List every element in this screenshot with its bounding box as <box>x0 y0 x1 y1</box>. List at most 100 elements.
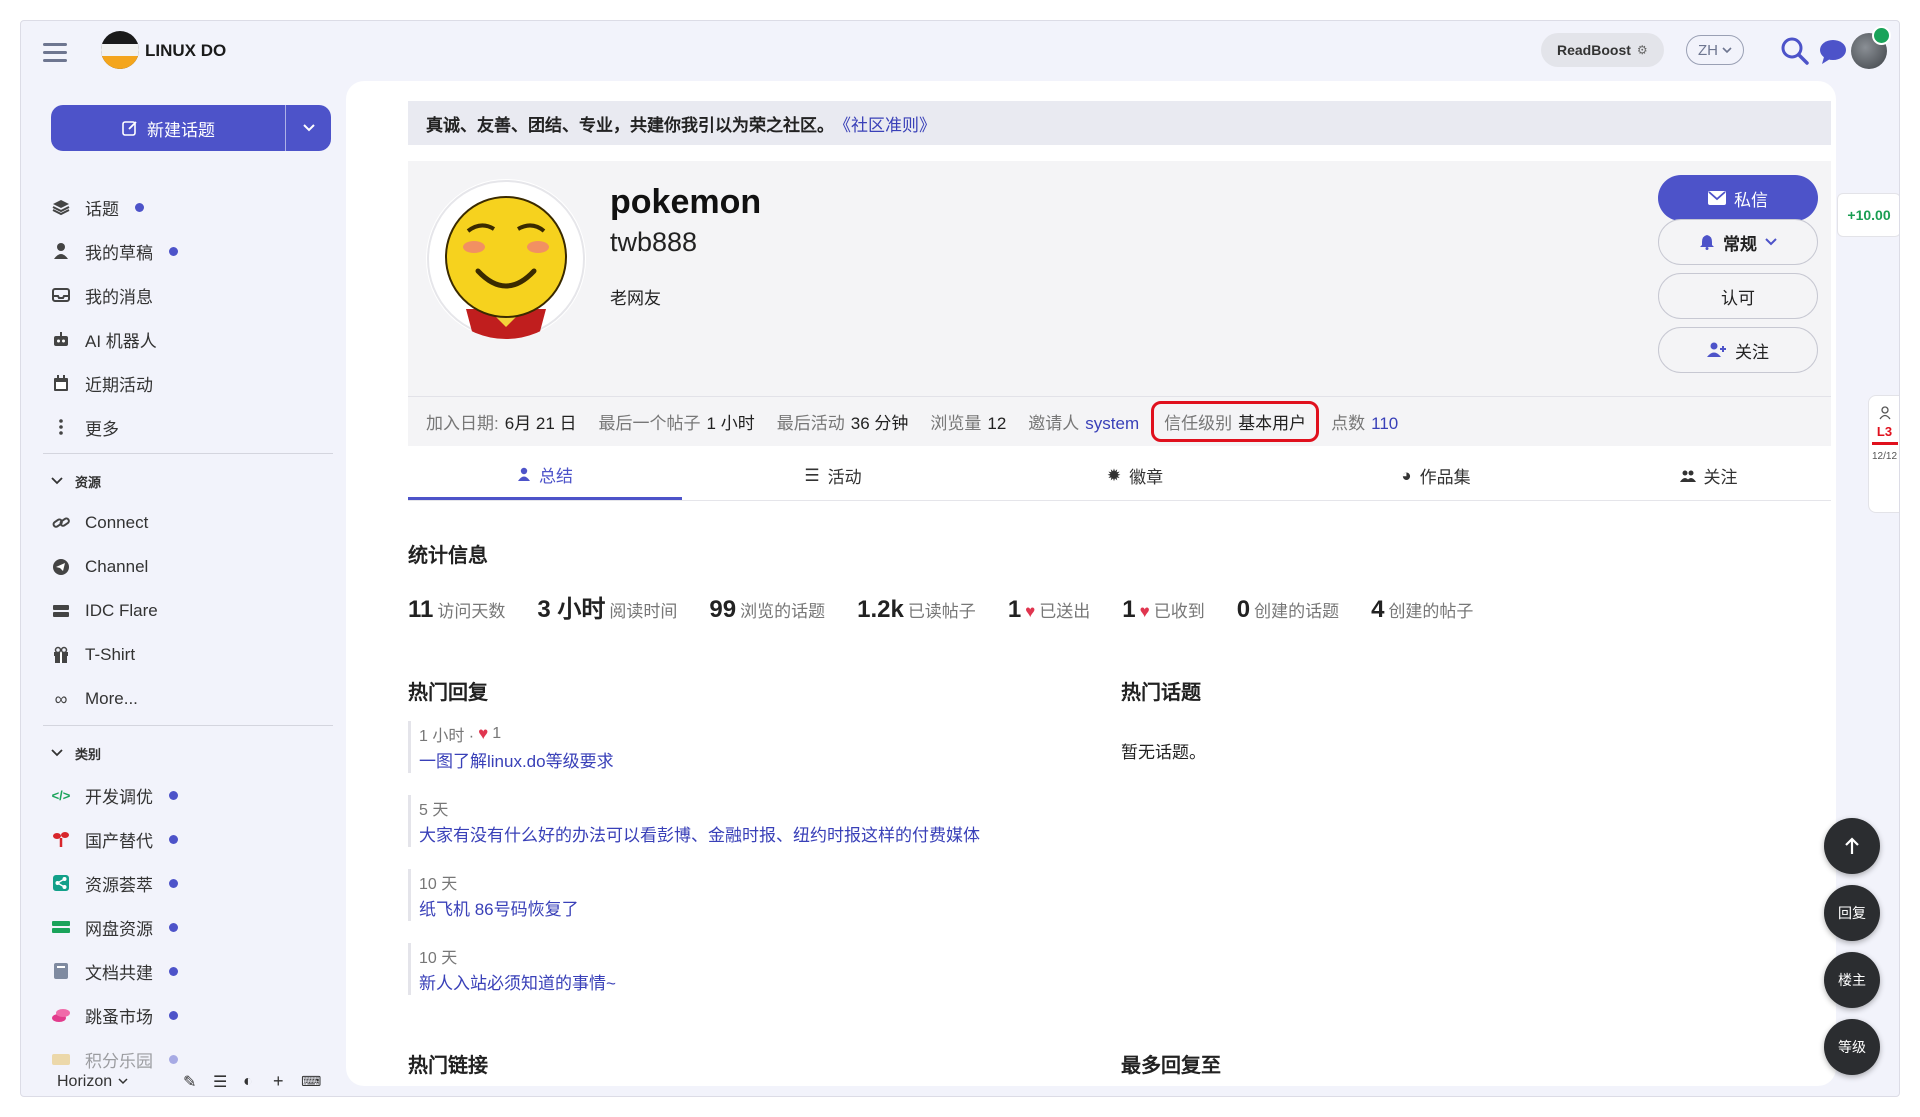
points-delta-badge[interactable]: +10.00 <box>1837 193 1899 237</box>
language-switcher[interactable]: ZH <box>1686 35 1744 65</box>
tab-follow[interactable]: 关注 <box>1586 451 1831 500</box>
sidebar-divider <box>43 453 333 454</box>
views-label: 浏览量 <box>930 414 982 433</box>
reply-topic-link[interactable]: 一图了解linux.do等级要求 <box>419 752 614 771</box>
reply-topic-link[interactable]: 新人入站必须知道的事情~ <box>419 974 616 993</box>
reply-topic-link[interactable]: 大家有没有什么好的办法可以看彭博、金融时报、纽约时报这样的付费媒体 <box>419 826 980 845</box>
resources-section: 资源 Connect Channel IDC Flare T-Shirt ∞ M… <box>51 461 331 721</box>
owner-button[interactable]: 楼主 <box>1824 952 1880 1008</box>
new-topic-main[interactable]: 新建话题 <box>51 105 285 151</box>
layers-icon <box>51 197 71 217</box>
sidebar-item-more[interactable]: 更多 <box>51 405 331 449</box>
sidebar-item-tshirt[interactable]: T-Shirt <box>51 633 331 677</box>
new-topic-button[interactable]: 新建话题 <box>51 105 331 151</box>
endorse-button[interactable]: 认可 <box>1658 273 1818 319</box>
inviter-link[interactable]: system <box>1085 414 1139 433</box>
keyboard-icon[interactable]: ⌨ <box>301 1073 321 1090</box>
follow-button-label: 关注 <box>1735 342 1769 362</box>
sidebar-footer: Horizon ✎ ☰ ◐ + ⌨ <box>21 1065 351 1096</box>
tab-activity[interactable]: ☰ 活动 <box>682 451 984 500</box>
community-banner: 真诚、友善、团结、专业，共建你我引以为荣之社区。 《社区准则》 <box>408 101 1831 145</box>
notification-level-button[interactable]: 常规 <box>1658 219 1818 265</box>
contrast-icon[interactable]: ◐ <box>243 1073 253 1091</box>
sidebar-item-label: IDC Flare <box>85 601 158 620</box>
sidebar-item-idc-flare[interactable]: IDC Flare <box>51 589 331 633</box>
message-button[interactable]: 私信 <box>1658 175 1818 221</box>
stat-posts-created: 4 创建的帖子 <box>1371 596 1473 624</box>
main-nav: 话题 我的草稿 我的消息 AI 机器人 近期活动 更多 <box>51 185 331 449</box>
scroll-top-button[interactable] <box>1824 818 1880 874</box>
heart-icon: ♥ <box>478 724 489 743</box>
sidebar-item-category-domestic[interactable]: 国产替代 <box>51 817 331 861</box>
level-widget[interactable]: L3 12/12 <box>1868 395 1899 513</box>
new-topic-dropdown[interactable] <box>285 105 331 151</box>
trust-value: 基本用户 <box>1238 414 1307 433</box>
follow-button[interactable]: 关注 <box>1658 327 1818 373</box>
sidebar-item-more-resources[interactable]: ∞ More... <box>51 677 331 721</box>
sidebar-item-topics[interactable]: 话题 <box>51 185 331 229</box>
profile-avatar[interactable] <box>426 179 586 339</box>
tab-badges[interactable]: ✹ 徽章 <box>984 451 1286 500</box>
sidebar-item-category-resources[interactable]: 资源荟萃 <box>51 861 331 905</box>
reply-meta: 1 小时 · ♥ 1 <box>419 721 1048 747</box>
sidebar-item-connect[interactable]: Connect <box>51 501 331 545</box>
theme-selector[interactable]: Horizon <box>57 1073 128 1091</box>
sidebar: 新建话题 话题 我的草稿 我的消息 AI 机器人 近期活动 更多 资源 Conn… <box>21 85 351 1096</box>
reply-topic-link[interactable]: 纸飞机 86号码恢复了 <box>419 900 579 919</box>
site-logo[interactable] <box>101 31 139 69</box>
stat-topics-created: 0 创建的话题 <box>1237 596 1339 624</box>
search-icon[interactable] <box>1779 35 1811 67</box>
joined-date: 加入日期: 6月 21 日 <box>426 409 577 434</box>
tab-label: 关注 <box>1703 468 1738 487</box>
stat-label: 创建的话题 <box>1254 602 1340 621</box>
level-button[interactable]: 等级 <box>1824 1019 1880 1075</box>
level-progress: 12/12 <box>1871 451 1898 462</box>
endorse-button-label: 认可 <box>1721 288 1755 308</box>
list-item: 5 天 大家有没有什么好的办法可以看彭博、金融时报、纽约时报这样的付费媒体 <box>408 795 1048 847</box>
sidebar-item-drafts[interactable]: 我的草稿 <box>51 229 331 273</box>
user-icon <box>518 467 530 481</box>
sidebar-item-recent-activity[interactable]: 近期活动 <box>51 361 331 405</box>
profile-tabs: 总结 ☰ 活动 ✹ 徽章 ◕ 作品集 关注 <box>408 451 1831 501</box>
user-icon <box>51 241 71 261</box>
views-value: 12 <box>987 414 1007 433</box>
users-icon <box>1679 470 1696 482</box>
sidebar-item-category-docs[interactable]: 文档共建 <box>51 949 331 993</box>
stat-value: 99 <box>709 596 737 623</box>
no-topics-text: 暂无话题。 <box>1121 743 1206 762</box>
categories-header[interactable]: 类别 <box>51 733 331 773</box>
sidebar-item-messages[interactable]: 我的消息 <box>51 273 331 317</box>
sidebar-item-category-dev[interactable]: </> 开发调优 <box>51 773 331 817</box>
reply-meta: 10 天 <box>419 869 1048 895</box>
points-link[interactable]: 110 <box>1371 414 1398 433</box>
tab-summary[interactable]: 总结 <box>408 451 682 500</box>
sidebar-item-channel[interactable]: Channel <box>51 545 331 589</box>
bell-icon <box>1700 235 1714 250</box>
new-topic-label: 新建话题 <box>147 120 215 140</box>
sidebar-item-category-market[interactable]: 跳蚤市场 <box>51 993 331 1037</box>
plus-icon[interactable]: + <box>273 1071 284 1092</box>
reply-meta: 5 天 <box>419 795 1048 821</box>
brush-icon[interactable]: ✎ <box>183 1072 196 1092</box>
user-icon <box>1878 406 1891 420</box>
chat-icon[interactable] <box>1817 35 1849 67</box>
chevron-down-icon <box>1765 238 1777 246</box>
sliders-icon[interactable]: ☰ <box>213 1072 227 1092</box>
gift-icon <box>51 645 71 665</box>
reply-likes: 1 <box>492 725 502 742</box>
resources-header[interactable]: 资源 <box>51 461 331 501</box>
notification-badge[interactable] <box>1872 26 1891 45</box>
guidelines-link[interactable]: 《社区准则》 <box>834 111 936 136</box>
stat-value: 0 <box>1236 596 1251 623</box>
reply-button[interactable]: 回复 <box>1824 885 1880 941</box>
sidebar-item-category-cloud[interactable]: 网盘资源 <box>51 905 331 949</box>
list-icon: ☰ <box>804 465 820 485</box>
hamburger-menu-icon[interactable] <box>43 38 71 66</box>
readboost-button[interactable]: ReadBoost ⚙ <box>1541 33 1664 67</box>
reply-meta: 10 天 <box>419 943 1048 969</box>
user-profile-card: pokemon twb888 老网友 私信 常规 认可 关注 加入日期: 6月 2… <box>408 161 1831 446</box>
site-name[interactable]: LINUX DO <box>145 41 226 61</box>
stat-value: 3 小时 <box>537 596 606 623</box>
tab-portfolio[interactable]: ◕ 作品集 <box>1286 451 1586 500</box>
sidebar-item-ai-bot[interactable]: AI 机器人 <box>51 317 331 361</box>
